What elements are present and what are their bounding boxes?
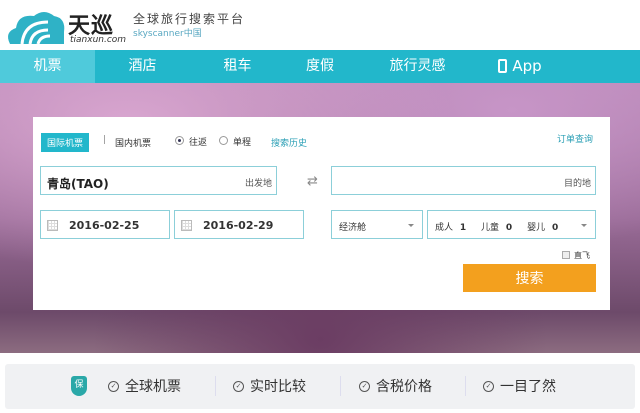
check-circle-icon: ✓ bbox=[233, 380, 244, 392]
adult-count: 1 bbox=[459, 223, 467, 233]
shield-icon: 保 bbox=[71, 376, 87, 396]
calendar-icon bbox=[47, 220, 58, 231]
cabin-select[interactable]: 经济舱 bbox=[331, 210, 423, 239]
child-label: 儿童 bbox=[481, 223, 500, 233]
slogan: 全球旅行搜索平台 bbox=[133, 12, 246, 26]
nav-hotels[interactable]: 酒店 bbox=[95, 50, 190, 83]
cloud-logo-icon bbox=[8, 12, 65, 45]
feature-item: ✓ 全球机票 bbox=[108, 376, 181, 396]
origin-hint: 出发地 bbox=[244, 179, 272, 189]
header: 天巡 tianxun.com 全球旅行搜索平台 skyscanner中国 bbox=[0, 0, 640, 50]
feature-label: 含税价格 bbox=[376, 379, 432, 395]
return-date-input[interactable]: 2016-02-29 bbox=[174, 210, 304, 239]
radio-round-trip[interactable] bbox=[175, 136, 184, 145]
slogan-sub: skyscanner中国 bbox=[133, 29, 202, 39]
feature-item: ✓ 实时比较 bbox=[233, 376, 306, 396]
cabin-value: 经济舱 bbox=[339, 223, 367, 233]
infant-label: 婴儿 bbox=[527, 223, 546, 233]
tab-international[interactable]: 国际机票 bbox=[41, 133, 90, 152]
feature-label: 一目了然 bbox=[500, 379, 556, 395]
check-circle-icon: ✓ bbox=[359, 380, 370, 392]
direct-flight-checkbox[interactable] bbox=[562, 251, 570, 259]
infant-count: 0 bbox=[551, 223, 559, 233]
order-lookup-link[interactable]: 订单查询 bbox=[557, 132, 593, 145]
flight-search-form: 国际机票 | 国内机票 往返 单程 搜索历史 订单查询 青岛(TAO) 出发地 … bbox=[33, 117, 610, 310]
calendar-icon bbox=[181, 220, 192, 231]
depart-date-input[interactable]: 2016-02-25 bbox=[40, 210, 170, 239]
divider bbox=[340, 376, 341, 396]
nav-app-label: App bbox=[512, 57, 542, 75]
child-count: 0 bbox=[505, 223, 513, 233]
feature-item: ✓ 一目了然 bbox=[483, 376, 556, 396]
nav-app[interactable]: App bbox=[480, 50, 560, 83]
round-trip-label: 往返 bbox=[189, 138, 208, 148]
nav-car-rental[interactable]: 租车 bbox=[190, 50, 285, 83]
one-way-label: 单程 bbox=[233, 138, 252, 148]
destination-input[interactable]: 目的地 bbox=[331, 166, 596, 195]
tab-separator: | bbox=[103, 135, 107, 145]
depart-date: 2016-02-25 bbox=[69, 219, 140, 232]
adult-label: 成人 bbox=[435, 223, 454, 233]
origin-input[interactable]: 青岛(TAO) 出发地 bbox=[40, 166, 277, 195]
main-nav: 机票 酒店 租车 度假 旅行灵感 App bbox=[0, 50, 640, 83]
passenger-summary: 成人 1 儿童 0 婴儿 0 bbox=[435, 220, 558, 233]
nav-vacation[interactable]: 度假 bbox=[285, 50, 355, 83]
divider bbox=[215, 376, 216, 396]
direct-flight-label: 直飞 bbox=[574, 251, 590, 260]
destination-hint: 目的地 bbox=[563, 179, 591, 189]
return-date: 2016-02-29 bbox=[203, 219, 274, 232]
divider bbox=[465, 376, 466, 396]
search-button[interactable]: 搜索 bbox=[463, 264, 596, 292]
nav-flights[interactable]: 机票 bbox=[0, 50, 95, 83]
feature-label: 全球机票 bbox=[125, 379, 181, 395]
radio-one-way[interactable] bbox=[219, 136, 228, 145]
check-circle-icon: ✓ bbox=[483, 380, 494, 392]
chevron-down-icon bbox=[408, 224, 414, 227]
passenger-select[interactable]: 成人 1 儿童 0 婴儿 0 bbox=[427, 210, 596, 239]
feature-item: ✓ 含税价格 bbox=[359, 376, 432, 396]
tab-domestic[interactable]: 国内机票 bbox=[115, 136, 151, 149]
nav-inspiration[interactable]: 旅行灵感 bbox=[355, 50, 480, 83]
logo-domain: tianxun.com bbox=[70, 35, 127, 45]
search-history-link[interactable]: 搜索历史 bbox=[271, 136, 307, 149]
feature-label: 实时比较 bbox=[250, 379, 306, 395]
check-circle-icon: ✓ bbox=[108, 380, 119, 392]
phone-icon bbox=[498, 59, 508, 73]
swap-icon[interactable]: ⇄ bbox=[307, 174, 318, 189]
chevron-down-icon bbox=[581, 224, 587, 227]
origin-value: 青岛(TAO) bbox=[47, 177, 109, 191]
features-bar: 保 ✓ 全球机票 ✓ 实时比较 ✓ 含税价格 ✓ 一目了然 bbox=[5, 364, 635, 409]
